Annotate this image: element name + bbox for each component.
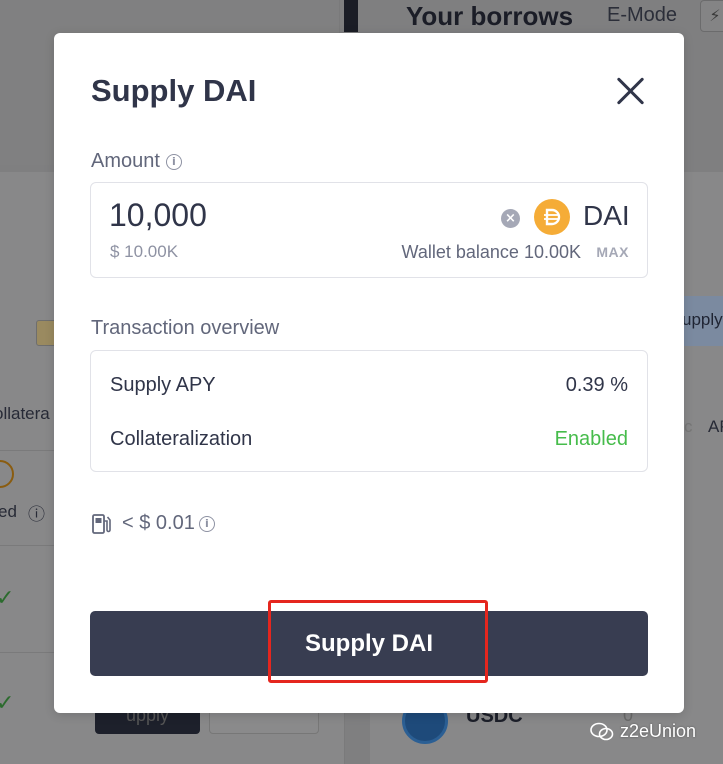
max-button[interactable]: MAX [596, 244, 629, 260]
amount-label: Amount [91, 150, 160, 172]
bg-check-icon: ✓ [0, 690, 15, 715]
modal-title: Supply DAI [91, 73, 257, 108]
bg-apy-header: AP [708, 417, 723, 436]
supply-apy-label: Supply APY [110, 374, 216, 396]
collateralization-row: Collateralization Enabled [110, 428, 628, 451]
supply-apy-row: Supply APY 0.39 % [110, 374, 628, 397]
amount-input[interactable] [109, 197, 409, 234]
close-icon[interactable] [614, 75, 646, 107]
transaction-overview-box: Supply APY 0.39 % Collateralization Enab… [90, 350, 648, 472]
your-borrows-title: Your borrows [406, 1, 574, 31]
collateralization-label: Collateralization [110, 428, 253, 450]
watermark-text: z2eUnion [620, 721, 697, 741]
emode-label[interactable]: E-Mode [607, 4, 677, 27]
supply-modal: Supply DAI Amount i $ 10.00K × DAI Walle… [54, 33, 684, 713]
info-icon[interactable]: i [165, 153, 182, 170]
watermark: z2eUnion [590, 721, 696, 742]
bg-dark-bar [344, 0, 358, 32]
bg-check-icon: ✓ [0, 585, 15, 610]
gas-info-icon[interactable]: i [198, 515, 215, 532]
wallet-balance: Wallet balance 10.00K [401, 242, 581, 262]
gas-estimate-row: < $ 0.01 i [92, 512, 215, 535]
supply-apy-value: 0.39 % [565, 374, 628, 396]
amount-label-row: Amount i [91, 150, 182, 173]
gas-pump-icon [92, 513, 112, 535]
gas-estimate-value: < $ 0.01 [122, 512, 195, 534]
bg-collateral-header: ollatera [0, 404, 50, 423]
wechat-icon [590, 722, 614, 742]
supply-dai-button[interactable]: Supply DAI [90, 611, 648, 676]
transaction-overview-label: Transaction overview [91, 317, 280, 339]
clear-icon[interactable]: × [501, 209, 520, 228]
token-symbol: DAI [583, 200, 630, 231]
bg-info-icon: ⓘ [28, 505, 45, 524]
dai-token-icon [534, 199, 570, 235]
lightning-icon[interactable]: ⚡ [700, 0, 723, 32]
bg-c-header: c [684, 417, 693, 436]
amount-input-box: $ 10.00K × DAI Wallet balance 10.00K MAX [90, 182, 648, 278]
amount-usd-value: $ 10.00K [110, 242, 179, 261]
collateralization-status: Enabled [554, 428, 628, 450]
bg-enabled-text: ed [0, 502, 17, 521]
